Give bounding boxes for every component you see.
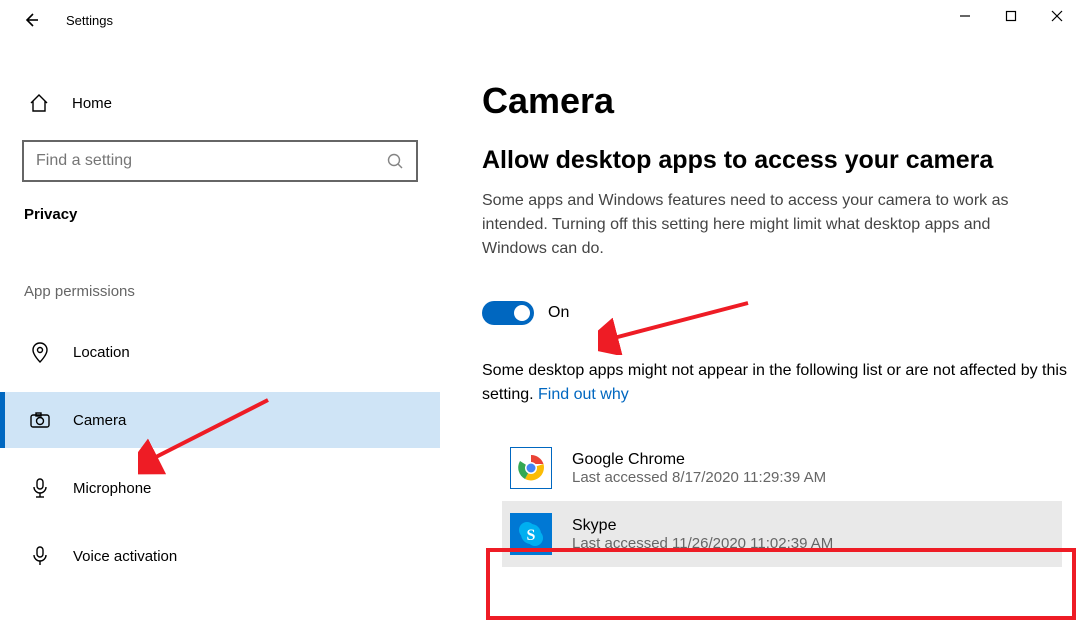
search-icon: [386, 152, 404, 170]
minimize-button[interactable]: [942, 0, 988, 32]
toggle-state-label: On: [548, 304, 569, 322]
sidebar-item-location[interactable]: Location: [0, 324, 440, 380]
app-last-accessed: Last accessed 11/26/2020 11:02:39 AM: [572, 535, 833, 552]
maximize-button[interactable]: [988, 0, 1034, 32]
page-title: Camera: [482, 80, 1080, 122]
titlebar: Settings: [0, 0, 1080, 40]
camera-icon: [29, 409, 51, 431]
app-row-skype[interactable]: S Skype Last accessed 11/26/2020 11:02:3…: [502, 501, 1062, 567]
note-text: Some desktop apps might not appear in th…: [482, 359, 1072, 407]
section-label-privacy: Privacy: [0, 206, 440, 223]
search-box[interactable]: [22, 140, 418, 182]
svg-text:S: S: [527, 527, 536, 544]
sidebar-item-label: Voice activation: [73, 548, 177, 565]
app-name: Skype: [572, 517, 833, 535]
microphone-icon: [29, 477, 51, 499]
sidebar: Home Privacy App permissions Location Ca…: [0, 40, 440, 632]
search-input[interactable]: [36, 152, 386, 170]
app-last-accessed: Last accessed 8/17/2020 11:29:39 AM: [572, 469, 826, 486]
chrome-icon: [510, 447, 552, 489]
skype-icon: S: [510, 513, 552, 555]
app-row-chrome[interactable]: Google Chrome Last accessed 8/17/2020 11…: [502, 435, 1062, 501]
sidebar-item-camera[interactable]: Camera: [0, 392, 440, 448]
location-icon: [29, 341, 51, 363]
sidebar-item-label: Location: [73, 344, 130, 361]
toggle-row: On: [482, 301, 1080, 325]
find-out-why-link[interactable]: Find out why: [538, 386, 629, 403]
section-heading: Allow desktop apps to access your camera: [482, 146, 1080, 175]
content-area: Camera Allow desktop apps to access your…: [440, 40, 1080, 632]
home-icon: [28, 92, 50, 114]
back-button[interactable]: [16, 5, 46, 35]
voice-activation-icon: [29, 545, 51, 567]
app-title: Settings: [66, 13, 113, 28]
window-controls: [942, 0, 1080, 32]
home-label: Home: [72, 95, 112, 112]
section-description: Some apps and Windows features need to a…: [482, 189, 1042, 261]
sidebar-item-label: Microphone: [73, 480, 151, 497]
group-label-app-permissions: App permissions: [0, 283, 440, 300]
app-name: Google Chrome: [572, 451, 826, 469]
home-nav[interactable]: Home: [0, 80, 440, 126]
close-button[interactable]: [1034, 0, 1080, 32]
toggle-knob: [514, 305, 530, 321]
allow-desktop-apps-toggle[interactable]: [482, 301, 534, 325]
sidebar-item-voice-activation[interactable]: Voice activation: [0, 528, 440, 584]
sidebar-item-microphone[interactable]: Microphone: [0, 460, 440, 516]
sidebar-item-label: Camera: [73, 412, 126, 429]
